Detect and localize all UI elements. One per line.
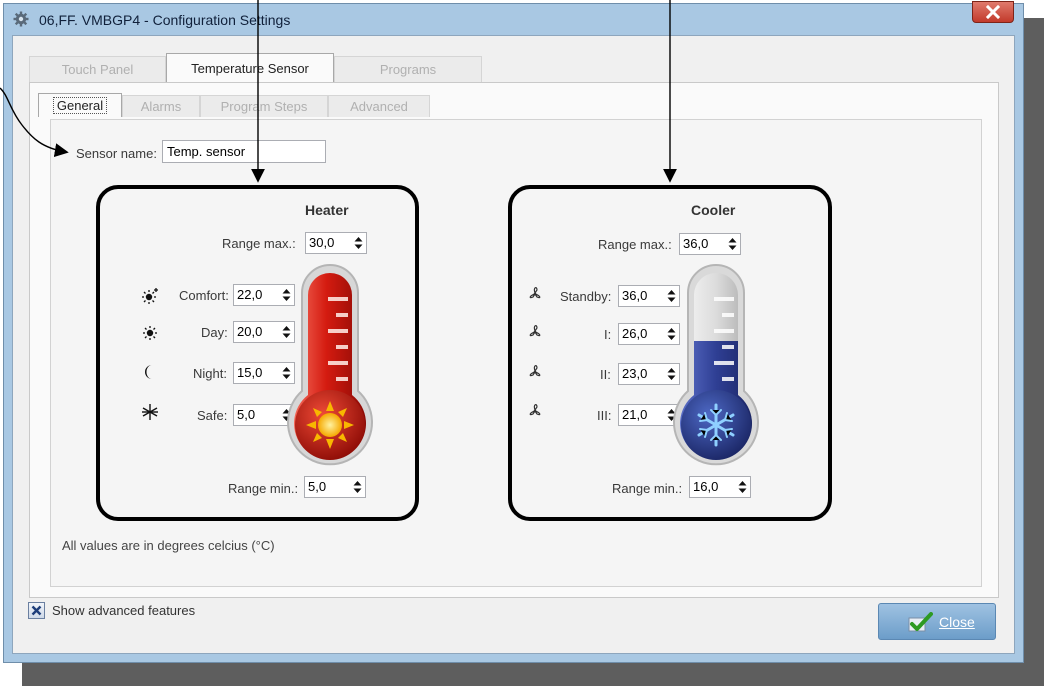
subtab-advanced[interactable]: Advanced	[328, 95, 430, 117]
sensor-name-label: Sensor name:	[76, 146, 157, 161]
spinner-arrows-icon	[728, 238, 737, 250]
cooler-range-min-value: 16,0	[693, 479, 719, 494]
standby-value: 36,0	[622, 288, 648, 303]
fan-speed-2-value: 23,0	[622, 366, 648, 381]
day-label: Day:	[201, 325, 228, 340]
fan-speed-1-value: 26,0	[622, 326, 648, 341]
cooler-range-min-label: Range min.:	[612, 481, 683, 496]
spinner-arrows-icon	[738, 481, 747, 493]
sun-icon	[143, 326, 157, 340]
close-button[interactable]: Close	[878, 603, 996, 640]
spinner-arrows-icon	[354, 237, 363, 249]
tab-programs[interactable]: Programs	[334, 56, 482, 82]
comfort-label: Comfort:	[179, 288, 229, 303]
fan-speed-1-label: I:	[604, 327, 612, 342]
standby-label: Standby:	[560, 289, 612, 304]
fan-icon	[529, 325, 541, 337]
heater-range-max-stepper[interactable]: 30,0	[305, 232, 367, 254]
checkmark-x-icon	[31, 605, 42, 616]
heater-title: Heater	[305, 202, 349, 218]
subtab-general-label: General	[52, 97, 108, 114]
advanced-features-label: Show advanced features	[52, 603, 196, 618]
cooler-thermometer-icon	[673, 264, 759, 466]
fan-speed-3-value: 21,0	[622, 407, 648, 422]
heater-range-min-label: Range min.:	[228, 481, 299, 496]
fan-icon	[529, 365, 541, 377]
night-label: Night:	[193, 366, 227, 381]
sun-plus-icon	[142, 288, 158, 304]
heater-range-min-value: 5,0	[308, 479, 327, 494]
subtab-general[interactable]: General	[38, 93, 122, 117]
spinner-arrows-icon	[353, 481, 362, 493]
cooler-range-max-value: 36,0	[683, 236, 709, 251]
units-footnote: All values are in degrees celcius (°C)	[62, 538, 275, 553]
window-title: 06,FF. VMBGP4 - Configuration Settings	[39, 12, 291, 28]
cooler-title: Cooler	[691, 202, 736, 218]
subtab-alarms[interactable]: Alarms	[122, 95, 200, 117]
gear-icon	[13, 11, 29, 27]
subtab-program-steps[interactable]: Program Steps	[200, 95, 328, 117]
safe-value: 5,0	[237, 407, 256, 422]
snowflake-icon	[142, 404, 158, 420]
cooler-range-min-stepper[interactable]: 16,0	[689, 476, 751, 498]
close-button-label: Close	[939, 614, 975, 630]
title-bar[interactable]: 06,FF. VMBGP4 - Configuration Settings	[4, 1, 1023, 36]
fan-icon	[529, 404, 541, 416]
close-icon	[986, 5, 1000, 19]
comfort-value: 22,0	[237, 287, 263, 302]
fan-icon	[529, 287, 541, 299]
cooler-range-max-stepper[interactable]: 36,0	[679, 233, 741, 255]
window-close-button[interactable]	[972, 1, 1014, 23]
safe-label: Safe:	[197, 408, 228, 423]
cooler-range-max-label: Range max.:	[598, 237, 672, 252]
tab-temperature-sensor[interactable]: Temperature Sensor	[166, 53, 334, 82]
tab-touch-panel[interactable]: Touch Panel	[29, 56, 166, 82]
heater-range-min-stepper[interactable]: 5,0	[304, 476, 366, 498]
fan-speed-2-label: II:	[600, 367, 611, 382]
advanced-features-checkbox[interactable]	[28, 602, 45, 619]
sensor-name-field[interactable]: Temp. sensor	[162, 140, 326, 163]
heater-range-max-value: 30,0	[309, 235, 335, 250]
heater-thermometer-icon	[287, 264, 373, 466]
fan-speed-3-label: III:	[597, 408, 612, 423]
night-value: 15,0	[237, 365, 263, 380]
checkmark-icon	[908, 612, 933, 632]
moon-icon	[145, 365, 152, 379]
heater-range-max-label: Range max.:	[222, 236, 296, 251]
day-value: 20,0	[237, 324, 263, 339]
